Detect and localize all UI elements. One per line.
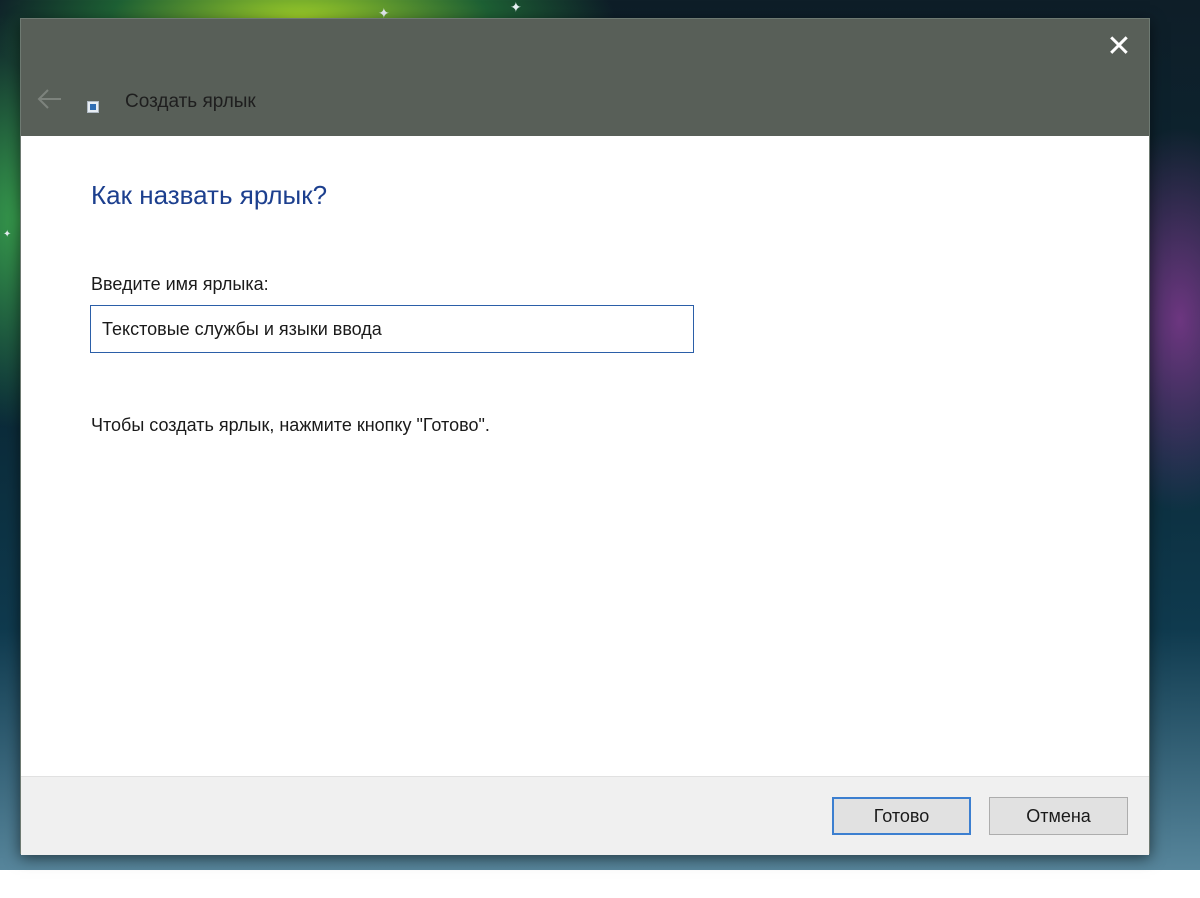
page-margin [0, 870, 1200, 898]
title-bar: ✕ Создать ярлык [21, 19, 1149, 136]
shortcut-name-input[interactable] [90, 305, 694, 353]
dialog-footer: Готово Отмена [21, 776, 1149, 855]
back-button[interactable] [27, 81, 67, 117]
close-button[interactable]: ✕ [1099, 27, 1139, 67]
star-decoration: ✦ [3, 229, 12, 240]
cancel-button[interactable]: Отмена [989, 797, 1128, 835]
finish-button[interactable]: Готово [832, 797, 971, 835]
instruction-text: Чтобы создать ярлык, нажмите кнопку "Гот… [91, 415, 490, 435]
page-heading: Как назвать ярлык? [91, 180, 328, 210]
star-decoration: ✦ [510, 0, 522, 15]
shortcut-app-icon [87, 101, 99, 113]
close-icon: ✕ [1106, 29, 1132, 64]
shortcut-name-label: Введите имя ярлыка: [91, 274, 269, 294]
arrow-left-icon [37, 89, 61, 109]
create-shortcut-dialog: ✕ Создать ярлык Как назвать ярлык? Введи… [20, 18, 1150, 855]
window-title: Создать ярлык [125, 91, 256, 112]
